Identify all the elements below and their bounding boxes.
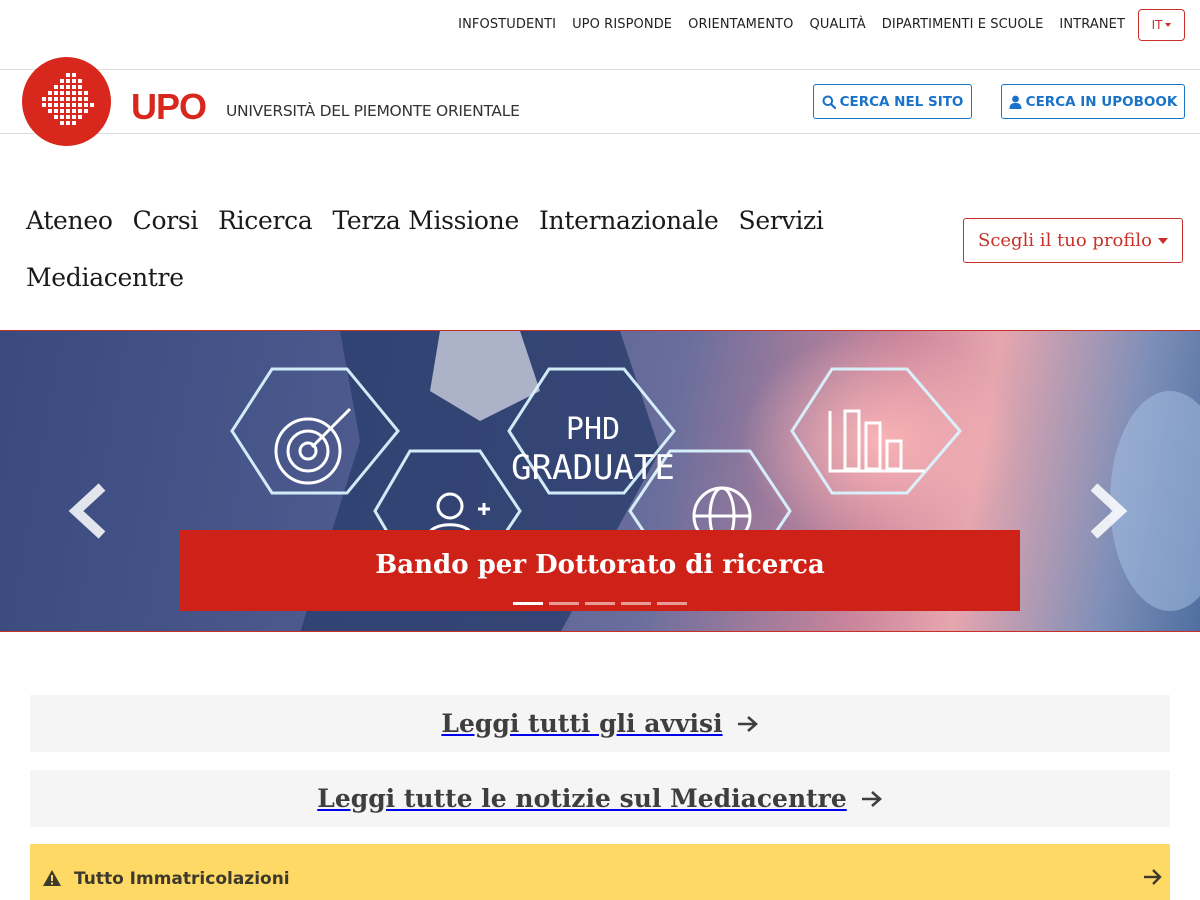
- all-notices-link[interactable]: Leggi tutti gli avvisi: [30, 695, 1170, 752]
- arrow-right-icon: [1144, 869, 1162, 885]
- user-icon: [1009, 95, 1022, 109]
- language-label: IT: [1151, 18, 1163, 32]
- search-site-button[interactable]: CERCA NEL SITO: [813, 84, 972, 119]
- nav-item-ricerca[interactable]: Ricerca: [218, 206, 313, 235]
- chevron-right-icon[interactable]: [1088, 481, 1128, 541]
- arrow-right-icon: [737, 715, 758, 732]
- search-site-label: CERCA NEL SITO: [839, 93, 964, 110]
- carousel-indicator[interactable]: [585, 602, 615, 605]
- search-upobook-button[interactable]: CERCA IN UPOBOOK: [1001, 84, 1185, 119]
- caret-down-icon: [1165, 23, 1172, 27]
- arrow-right-icon: [861, 790, 882, 807]
- brand-full-name[interactable]: UNIVERSITÀ DEL PIEMONTE ORIENTALE: [226, 102, 520, 120]
- utility-bar: INFOSTUDENTI UPO RISPONDE ORIENTAMENTO Q…: [0, 0, 1200, 70]
- utility-link-orientamento[interactable]: ORIENTAMENTO: [680, 17, 801, 32]
- utility-nav: INFOSTUDENTI UPO RISPONDE ORIENTAMENTO Q…: [450, 17, 1133, 32]
- enrollment-alert-label: Tutto Immatricolazioni: [74, 869, 290, 889]
- enrollment-alert[interactable]: Tutto Immatricolazioni: [30, 844, 1170, 900]
- caret-down-icon: [1158, 237, 1168, 244]
- profile-dropdown[interactable]: Scegli il tuo profilo: [963, 218, 1183, 263]
- all-news-label: Leggi tutte le notizie sul Mediacentre: [317, 784, 847, 813]
- carousel-indicator[interactable]: [621, 602, 651, 605]
- brand-acronym[interactable]: UPO: [131, 86, 207, 128]
- utility-link-qualita[interactable]: QUALITÀ: [802, 17, 874, 32]
- hero-carousel[interactable]: PHD GRADUATE Bando per Dottorato di rice: [0, 330, 1200, 632]
- nav-item-mediacentre[interactable]: Mediacentre: [26, 263, 184, 292]
- carousel-indicator[interactable]: [549, 602, 579, 605]
- carousel-indicators: [513, 602, 687, 605]
- nav-item-terza-missione[interactable]: Terza Missione: [332, 206, 519, 235]
- all-notices-label: Leggi tutti gli avvisi: [441, 709, 723, 738]
- piemonte-map-icon: [42, 73, 94, 125]
- utility-link-dipartimenti[interactable]: DIPARTIMENTI E SCUOLE: [874, 17, 1052, 32]
- nav-item-servizi[interactable]: Servizi: [739, 206, 824, 235]
- utility-link-intranet[interactable]: INTRANET: [1051, 17, 1133, 32]
- carousel-indicator[interactable]: [513, 602, 543, 605]
- profile-label: Scegli il tuo profilo: [977, 230, 1152, 251]
- search-icon: [822, 95, 836, 109]
- all-news-link[interactable]: Leggi tutte le notizie sul Mediacentre: [30, 770, 1170, 827]
- nav-item-ateneo[interactable]: Ateneo: [26, 206, 113, 235]
- hero-caption-title: Bando per Dottorato di ricerca: [375, 550, 825, 580]
- chevron-left-icon[interactable]: [68, 481, 108, 541]
- hero-image-text-graduate: GRADUATE: [511, 448, 675, 488]
- utility-link-infostudenti[interactable]: INFOSTUDENTI: [450, 17, 564, 32]
- hero-image-text-phd: PHD: [566, 412, 620, 447]
- search-upobook-label: CERCA IN UPOBOOK: [1025, 93, 1178, 110]
- utility-link-upo-risponde[interactable]: UPO RISPONDE: [564, 17, 680, 32]
- warning-icon: [43, 870, 61, 886]
- carousel-indicator[interactable]: [657, 602, 687, 605]
- university-logo[interactable]: [22, 57, 111, 146]
- language-selector[interactable]: IT: [1138, 9, 1185, 41]
- main-nav: Ateneo Corsi Ricerca Terza Missione Inte…: [26, 192, 846, 306]
- nav-item-corsi[interactable]: Corsi: [133, 206, 199, 235]
- hero-caption[interactable]: Bando per Dottorato di ricerca: [180, 530, 1020, 611]
- nav-item-internazionale[interactable]: Internazionale: [539, 206, 719, 235]
